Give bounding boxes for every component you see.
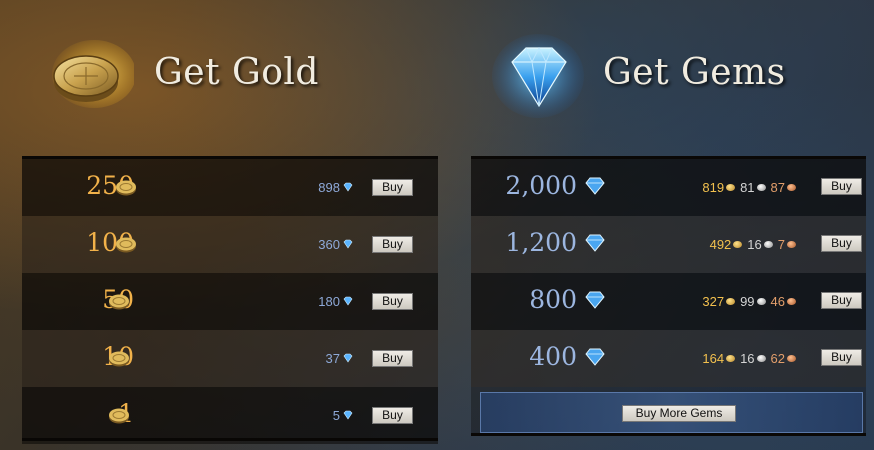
gold-offer-row: 100 360 Buy xyxy=(22,216,438,273)
gem-icon xyxy=(343,239,353,249)
gem-icon xyxy=(343,410,353,420)
gem-amount: 800 xyxy=(529,285,577,314)
blue-gem-icon xyxy=(492,34,584,118)
buy-button[interactable]: Buy xyxy=(821,178,862,195)
gold-offer-row: 10 37 Buy xyxy=(22,330,438,387)
gem-price: 180 xyxy=(318,294,340,309)
gold-value: 327 xyxy=(702,294,725,309)
buy-button[interactable]: Buy xyxy=(372,407,413,424)
silver-coin-icon xyxy=(756,355,766,362)
gem-price: 5 xyxy=(332,408,340,423)
gold-coin-icon xyxy=(109,351,129,367)
gem-icon xyxy=(585,348,605,366)
silver-value: 99 xyxy=(740,294,755,309)
gem-icon xyxy=(343,296,353,306)
gold-offer-row: 250 898 Buy xyxy=(22,159,438,216)
gems-offers-panel: 2,000 819 81 87 Buy 1,200 492 16 7 Buy 8… xyxy=(471,156,866,436)
gem-amount: 2,000 xyxy=(505,171,577,200)
gold-section-title: Get Gold xyxy=(154,52,319,93)
gem-offer-row: 1,200 492 16 7 Buy xyxy=(471,216,866,273)
silver-coin-icon xyxy=(756,184,766,191)
buy-button[interactable]: Buy xyxy=(821,292,862,309)
buy-more-gems-bar: Buy More Gems xyxy=(480,392,863,433)
copper-value: 62 xyxy=(770,351,785,366)
silver-value: 16 xyxy=(747,237,762,252)
gem-icon xyxy=(343,353,353,363)
gold-cost: 819 81 87 xyxy=(702,180,799,195)
silver-coin-icon xyxy=(756,298,766,305)
gem-price: 360 xyxy=(318,237,340,252)
gold-coin-icon xyxy=(726,184,736,191)
gem-amount: 400 xyxy=(529,342,577,371)
gem-offer-row: 2,000 819 81 87 Buy xyxy=(471,159,866,216)
gold-value: 492 xyxy=(709,237,732,252)
gold-offer-row: 1 5 Buy xyxy=(22,387,438,444)
gold-cost: 327 99 46 xyxy=(702,294,799,309)
gem-icon xyxy=(585,177,605,195)
gem-offer-row: 400 164 16 62 Buy xyxy=(471,330,866,387)
gold-coin-icon xyxy=(116,180,136,196)
copper-value: 87 xyxy=(770,180,785,195)
copper-coin-icon xyxy=(787,298,796,305)
copper-coin-icon xyxy=(787,241,796,248)
gem-icon xyxy=(585,291,605,309)
gem-offer-row: 800 327 99 46 Buy xyxy=(471,273,866,330)
gold-coin-icon xyxy=(52,40,134,108)
gold-coin-icon xyxy=(116,237,136,253)
copper-coin-icon xyxy=(787,184,796,191)
gold-value: 819 xyxy=(702,180,725,195)
gem-icon xyxy=(585,234,605,252)
silver-value: 16 xyxy=(740,351,755,366)
buy-button[interactable]: Buy xyxy=(372,293,413,310)
gold-coin-icon xyxy=(733,241,743,248)
silver-value: 81 xyxy=(740,180,755,195)
gem-icon xyxy=(343,182,353,192)
gold-offers-panel: 250 898 Buy 100 360 Buy 50 180 Buy 10 37… xyxy=(22,156,438,444)
gem-price: 898 xyxy=(318,180,340,195)
copper-value: 7 xyxy=(777,237,785,252)
gold-cost: 492 16 7 xyxy=(710,237,799,252)
copper-coin-icon xyxy=(787,355,796,362)
gold-offer-row: 50 180 Buy xyxy=(22,273,438,330)
gem-price: 37 xyxy=(325,351,340,366)
gems-section-title: Get Gems xyxy=(603,52,786,93)
gold-coin-icon xyxy=(109,294,129,310)
gold-coin-icon xyxy=(726,355,736,362)
gold-coin-icon xyxy=(726,298,736,305)
gold-cost: 164 16 62 xyxy=(702,351,799,366)
gem-amount: 1,200 xyxy=(505,228,577,257)
buy-more-gems-button[interactable]: Buy More Gems xyxy=(622,405,736,422)
silver-coin-icon xyxy=(763,241,773,248)
buy-button[interactable]: Buy xyxy=(821,349,862,366)
copper-value: 46 xyxy=(770,294,785,309)
gold-coin-icon xyxy=(109,408,129,424)
gold-value: 164 xyxy=(702,351,725,366)
buy-button[interactable]: Buy xyxy=(372,236,413,253)
buy-button[interactable]: Buy xyxy=(372,350,413,367)
buy-button[interactable]: Buy xyxy=(821,235,862,252)
buy-button[interactable]: Buy xyxy=(372,179,413,196)
